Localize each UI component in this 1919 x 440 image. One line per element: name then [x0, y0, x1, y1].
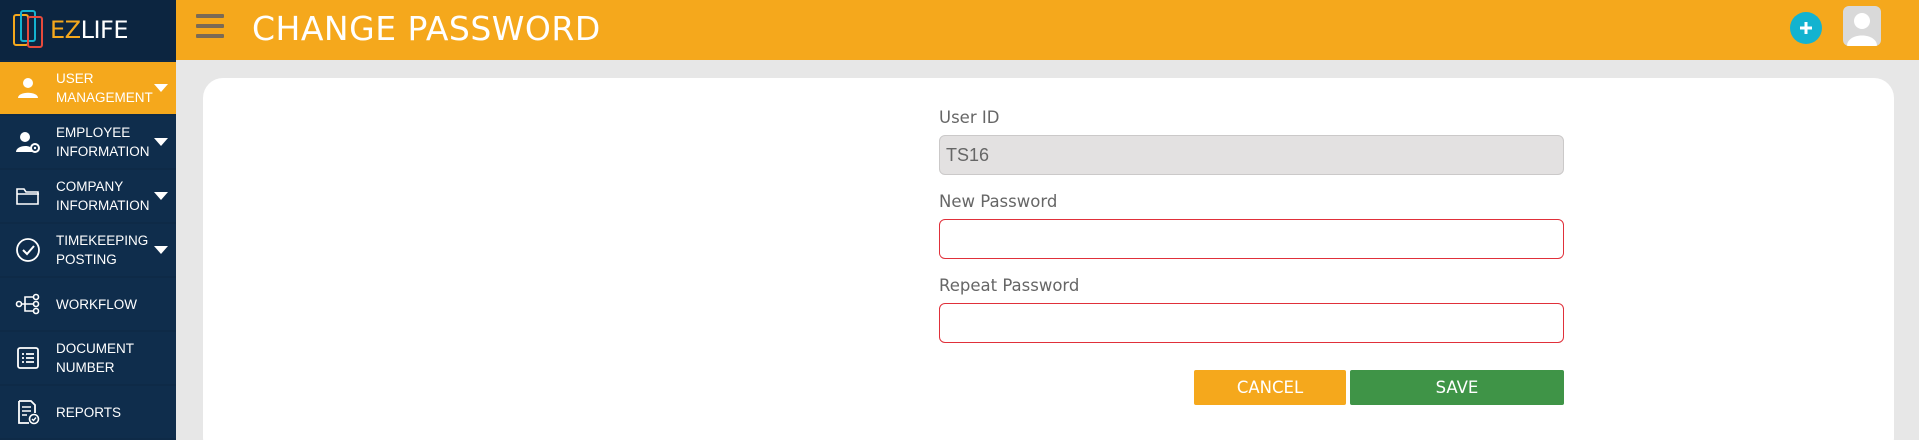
- user-id-field[interactable]: [939, 135, 1564, 175]
- repeat-password-field[interactable]: [939, 303, 1564, 343]
- change-password-card: User ID New Password Repeat Password CAN…: [203, 78, 1894, 440]
- sidebar-item-user-management[interactable]: USER MANAGEMENT: [0, 62, 176, 114]
- user-avatar-icon: [1847, 13, 1877, 46]
- workflow-icon: [0, 293, 56, 315]
- sidebar-item-label: USER MANAGEMENT: [56, 71, 153, 105]
- add-button[interactable]: [1790, 12, 1822, 44]
- page-title: CHANGE PASSWORD: [252, 9, 601, 48]
- sidebar-item-timekeeping-posting[interactable]: TIMEKEEPING POSTING: [0, 224, 176, 276]
- document-list-icon: [0, 346, 56, 370]
- sidebar-item-label: TIMEKEEPING POSTING: [56, 233, 149, 267]
- sidebar-item-label: REPORTS: [56, 404, 122, 420]
- chevron-down-icon: [154, 246, 168, 254]
- logo-text: EZLIFE: [50, 16, 129, 44]
- chevron-down-icon: [154, 84, 168, 92]
- report-icon: [0, 399, 56, 425]
- chevron-down-icon: [154, 192, 168, 200]
- sidebar: EZLIFE USER MANAGEMENT EMPLOYEE INFORMAT…: [0, 0, 176, 440]
- app-logo[interactable]: EZLIFE: [0, 0, 176, 60]
- user-icon: [0, 76, 56, 100]
- new-password-label: New Password: [939, 192, 1058, 211]
- sidebar-item-label: WORKFLOW: [56, 296, 137, 312]
- sidebar-item-label: COMPANY INFORMATION: [56, 179, 150, 213]
- cancel-button[interactable]: CANCEL: [1194, 370, 1346, 405]
- sidebar-item-employee-information[interactable]: EMPLOYEE INFORMATION: [0, 116, 176, 168]
- sidebar-item-document-number[interactable]: DOCUMENT NUMBER: [0, 332, 176, 384]
- new-password-field[interactable]: [939, 219, 1564, 259]
- check-circle-icon: [0, 237, 56, 263]
- sidebar-item-workflow[interactable]: WORKFLOW: [0, 278, 176, 330]
- user-id-label: User ID: [939, 108, 1000, 127]
- logo-mark-icon: [13, 10, 43, 48]
- user-gear-icon: [0, 130, 56, 154]
- logo-text-accent: EZ: [50, 16, 81, 44]
- chevron-down-icon: [154, 138, 168, 146]
- sidebar-item-label: DOCUMENT NUMBER: [56, 341, 134, 375]
- folder-icon: [0, 185, 56, 207]
- sidebar-item-reports[interactable]: REPORTS: [0, 386, 176, 438]
- logo-text-main: LIFE: [80, 16, 129, 44]
- save-button[interactable]: SAVE: [1350, 370, 1564, 405]
- top-header: CHANGE PASSWORD: [176, 0, 1919, 60]
- repeat-password-label: Repeat Password: [939, 276, 1080, 295]
- sidebar-item-label: EMPLOYEE INFORMATION: [56, 125, 150, 159]
- plus-icon: [1800, 22, 1812, 34]
- hamburger-menu-icon[interactable]: [196, 14, 224, 40]
- sidebar-item-company-information[interactable]: COMPANY INFORMATION: [0, 170, 176, 222]
- avatar[interactable]: [1843, 6, 1881, 46]
